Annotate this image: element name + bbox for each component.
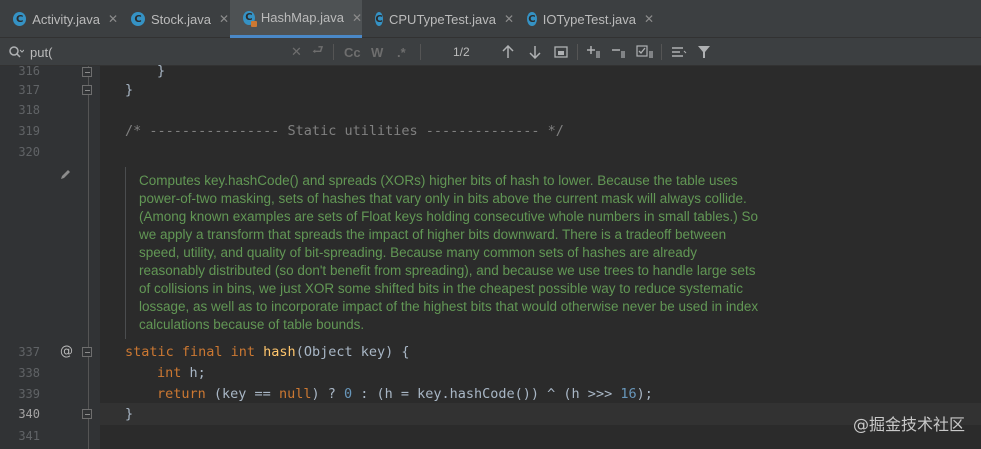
edit-doc-icon[interactable] <box>59 166 71 185</box>
tab-hashmap-java[interactable]: C HashMap.java ✕ <box>230 0 362 38</box>
match-count: 1/2 <box>453 45 470 59</box>
tab-activity-java[interactable]: C Activity.java ✕ <box>0 0 118 38</box>
code-text: h; <box>181 365 206 381</box>
class-icon: C <box>131 12 145 26</box>
tab-label: CPUTypeTest.java <box>389 11 496 27</box>
new-line-icon[interactable]: ⮐ <box>312 38 324 66</box>
line-number: 317 <box>18 83 40 97</box>
tab-cputypetest-java[interactable]: C CPUTypeTest.java ✕ <box>362 0 514 38</box>
line-number: 341 <box>18 429 40 443</box>
code-text: : (h = key.hashCode()) ^ (h >>> <box>352 386 621 402</box>
fold-marker-icon[interactable] <box>82 347 92 357</box>
next-occurrence-icon[interactable] <box>529 38 541 66</box>
line-number: 320 <box>18 145 40 159</box>
current-line-highlight <box>100 403 981 425</box>
line-number: 318 <box>18 103 40 117</box>
remove-occurrence-icon[interactable] <box>611 38 629 66</box>
javadoc-text: Computes key.hashCode() and spreads (XOR… <box>139 173 759 332</box>
close-icon[interactable]: ✕ <box>108 12 118 26</box>
funnel-icon[interactable] <box>697 38 711 66</box>
tab-stock-java[interactable]: C Stock.java ✕ <box>118 0 230 38</box>
clear-search-icon[interactable]: ✕ <box>291 38 302 66</box>
fold-marker-icon[interactable] <box>82 85 92 95</box>
gutter-divider <box>88 66 89 449</box>
code-editor[interactable]: 316 317 318 319 320 337 338 339 340 341 … <box>0 63 981 449</box>
code-text: ) ? <box>311 386 344 402</box>
whole-words-button[interactable]: W <box>371 38 383 66</box>
divider <box>577 44 578 60</box>
line-number: 319 <box>18 124 40 138</box>
keyword: return <box>157 386 206 402</box>
fold-marker-icon[interactable] <box>82 409 92 419</box>
editor-tab-bar: C Activity.java ✕ C Stock.java ✕ C HashM… <box>0 0 981 38</box>
class-icon: C <box>375 12 383 26</box>
keyword: static final int <box>125 344 264 360</box>
divider <box>661 44 662 60</box>
class-icon: C <box>527 12 537 26</box>
code-text: ); <box>636 386 653 402</box>
tab-label: Activity.java <box>32 11 100 27</box>
tab-label: HashMap.java <box>260 10 344 25</box>
line-number: 337 <box>18 345 40 359</box>
number: 0 <box>343 386 353 402</box>
code-line: } <box>125 406 134 422</box>
close-icon[interactable]: ✕ <box>644 12 654 26</box>
close-icon[interactable]: ✕ <box>504 12 514 26</box>
class-icon: C <box>13 12 27 26</box>
divider <box>420 44 421 60</box>
code-line: return (key == null) ? 0 : (h = key.hash… <box>157 383 653 405</box>
number: 16 <box>620 386 637 402</box>
tab-iotypetest-java[interactable]: C IOTypeTest.java ✕ <box>514 0 654 38</box>
select-all-checkbox-icon[interactable] <box>636 38 656 66</box>
code-line: } <box>157 63 166 79</box>
filter-options-icon[interactable] <box>671 38 687 66</box>
tab-label: IOTypeTest.java <box>542 11 636 27</box>
code-line: static final int hash(Object key) { <box>125 341 409 363</box>
code-comment: /* ---------------- Static utilities ---… <box>125 123 564 139</box>
match-case-button[interactable]: Cc <box>344 38 361 66</box>
add-occurrence-icon[interactable] <box>586 38 604 66</box>
tab-label: Stock.java <box>151 11 211 27</box>
find-bar: put( ✕ ⮐ Cc W .* 1/2 <box>0 38 981 66</box>
class-lib-icon: C <box>243 10 257 27</box>
keyword: int <box>157 365 182 381</box>
rendered-javadoc: Computes key.hashCode() and spreads (XOR… <box>125 167 765 339</box>
override-annotation-icon[interactable]: @ <box>60 341 73 363</box>
code-text: (key == <box>205 386 279 402</box>
line-number: 338 <box>18 366 40 380</box>
select-all-occurrences-icon[interactable] <box>554 38 568 66</box>
code-line: } <box>125 82 134 98</box>
search-input[interactable]: put( <box>30 38 280 66</box>
divider <box>333 44 334 60</box>
line-number: 340 <box>18 407 40 421</box>
regex-button[interactable]: .* <box>397 38 406 66</box>
code-text: (Object key) { <box>295 344 410 360</box>
keyword: null <box>278 386 312 402</box>
previous-occurrence-icon[interactable] <box>502 38 514 66</box>
method-name: hash <box>263 344 296 360</box>
close-icon[interactable]: ✕ <box>219 12 229 26</box>
close-icon[interactable]: ✕ <box>352 11 362 25</box>
watermark: @掘金技术社区 <box>852 415 965 434</box>
line-number: 339 <box>18 387 40 401</box>
code-line: int h; <box>157 362 206 384</box>
fold-marker-icon[interactable] <box>82 67 92 77</box>
